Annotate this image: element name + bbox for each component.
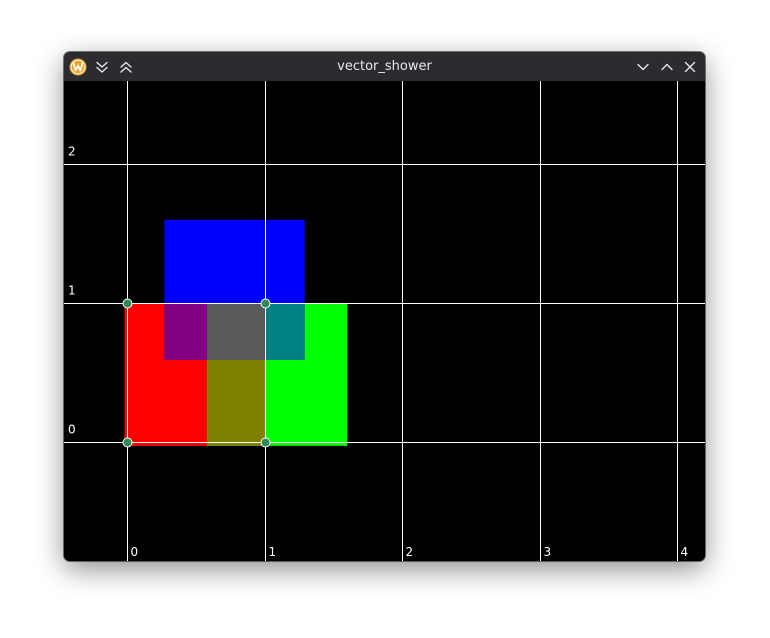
close-button[interactable] <box>681 58 699 76</box>
x-tick-label-2: 2 <box>406 545 414 559</box>
chevrons-down-icon[interactable] <box>93 58 111 76</box>
maximize-button[interactable] <box>658 58 676 76</box>
vector-canvas[interactable]: 0 1 2 3 4 0 1 2 <box>64 81 705 561</box>
purple-overlap-rect <box>164 302 208 360</box>
point-1-1[interactable] <box>260 298 271 309</box>
x-tick-label-0: 0 <box>131 545 139 559</box>
chevrons-up-icon[interactable] <box>117 58 135 76</box>
y-tick-label-1: 1 <box>68 284 76 298</box>
w-logo-icon[interactable] <box>69 58 87 76</box>
window-title: vector_shower <box>337 59 432 74</box>
y-tick-label-2: 2 <box>68 145 76 159</box>
minimize-button[interactable] <box>634 58 652 76</box>
app-window: vector_shower 0 1 2 3 4 0 1 2 <box>64 52 705 561</box>
x-tick-label-3: 3 <box>544 545 552 559</box>
x-tick-label-4: 4 <box>681 545 689 559</box>
title-bar[interactable]: vector_shower <box>64 52 705 81</box>
y-tick-label-0: 0 <box>68 423 76 437</box>
olive-overlap-rect <box>207 359 265 446</box>
point-origin[interactable] <box>122 437 133 448</box>
point-1-0[interactable] <box>260 437 271 448</box>
teal-overlap-rect <box>264 302 305 360</box>
point-0-1[interactable] <box>122 298 133 309</box>
gray-overlap-rect <box>207 302 265 360</box>
x-tick-label-1: 1 <box>269 545 277 559</box>
